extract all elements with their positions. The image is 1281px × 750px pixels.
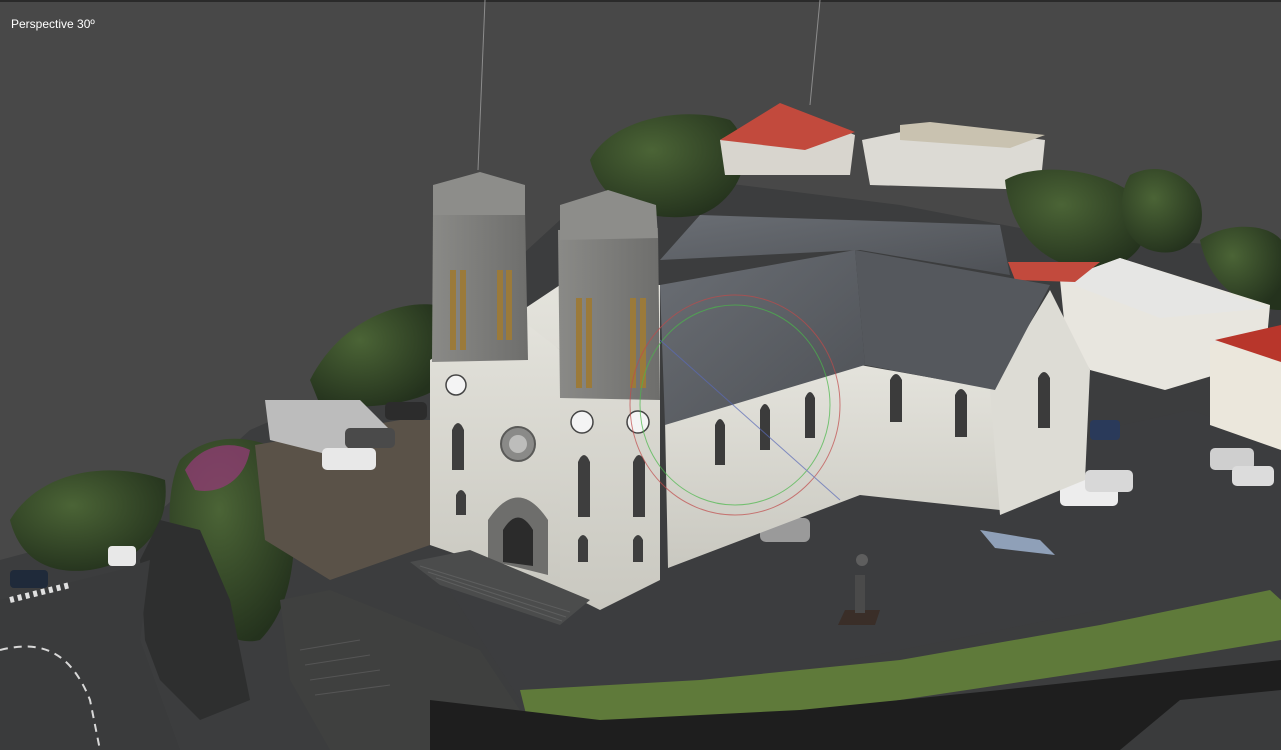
photogrammetry-scene[interactable] [0,0,1281,750]
3d-viewport[interactable]: Perspective 30º [0,0,1281,750]
projection-label: Perspective 30º [11,17,95,31]
